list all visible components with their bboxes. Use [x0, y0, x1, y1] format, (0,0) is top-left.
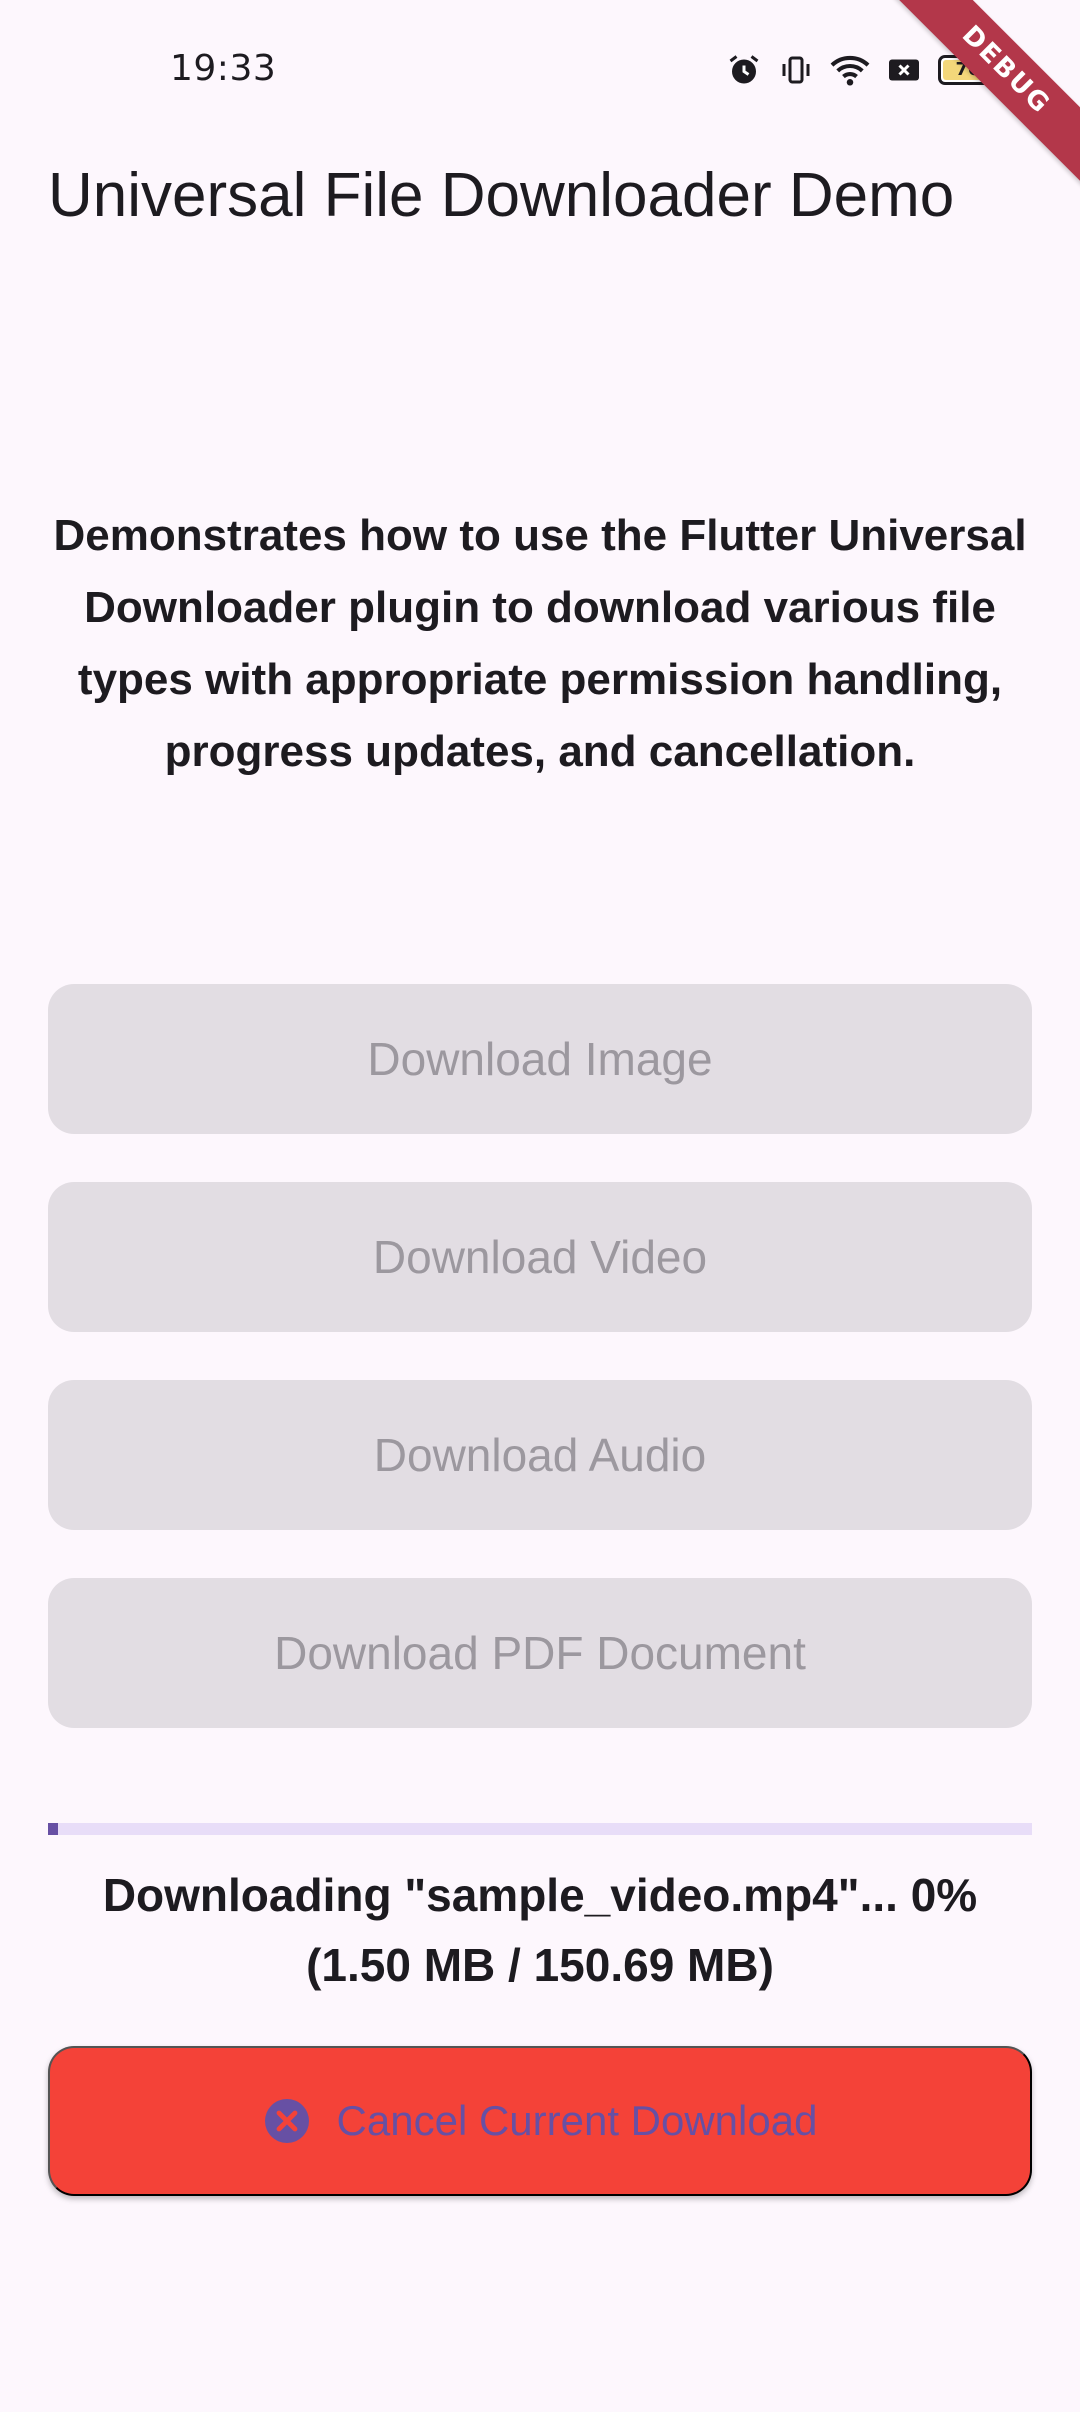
status-bar: 19:33 70 — [0, 0, 1080, 140]
download-progress-fill — [48, 1823, 58, 1835]
wifi-icon — [830, 52, 870, 88]
cancel-download-button[interactable]: Cancel Current Download — [48, 2046, 1032, 2196]
download-image-button[interactable]: Download Image — [48, 984, 1032, 1134]
app-screen: 19:33 70 DEBUG Universal File Downloader… — [0, 0, 1080, 2412]
alarm-icon — [726, 52, 762, 88]
download-progress-bar — [48, 1823, 1032, 1835]
download-pdf-button[interactable]: Download PDF Document — [48, 1578, 1032, 1728]
download-status-line: Downloading "sample_video.mp4"... 0% — [102, 1869, 978, 1921]
status-time: 19:33 — [170, 48, 277, 89]
cancel-download-label: Cancel Current Download — [336, 2097, 818, 2144]
download-video-button[interactable]: Download Video — [48, 1182, 1032, 1332]
download-size-line: (1.50 MB / 150.69 MB) — [306, 1939, 774, 1991]
download-audio-button[interactable]: Download Audio — [48, 1380, 1032, 1530]
page-title: Universal File Downloader Demo — [48, 161, 955, 230]
cancel-circle-icon — [263, 2097, 311, 2145]
description-text: Demonstrates how to use the Flutter Univ… — [53, 511, 1027, 776]
download-status-text: Downloading "sample_video.mp4"... 0% (1.… — [48, 1860, 1032, 2000]
notification-x-icon — [886, 52, 922, 88]
vibrate-icon — [778, 52, 814, 88]
